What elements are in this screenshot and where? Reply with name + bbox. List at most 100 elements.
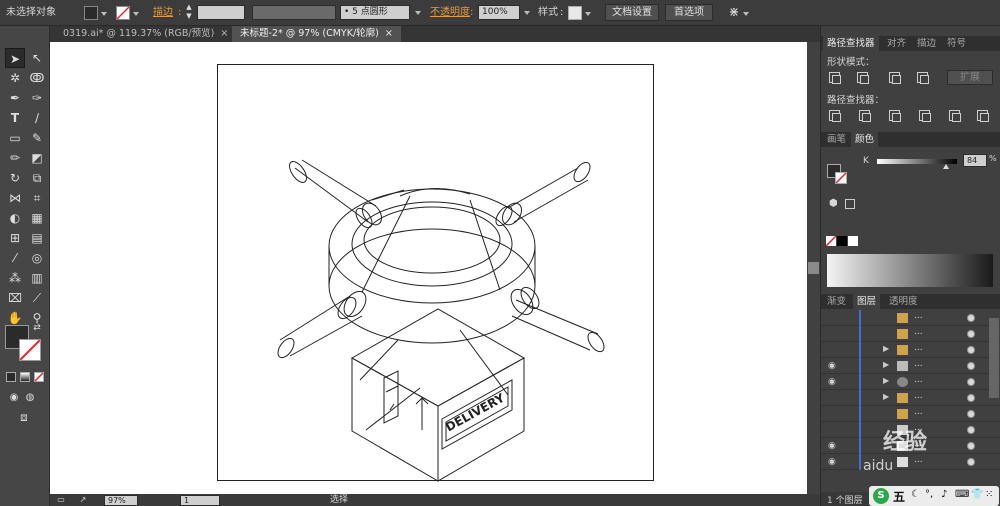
layer-color-bar bbox=[859, 406, 861, 422]
eye-icon[interactable]: ◉ bbox=[828, 441, 836, 451]
expand-button[interactable]: 扩展 bbox=[947, 70, 993, 85]
expand-arrow-icon[interactable]: ▶ bbox=[883, 344, 889, 353]
layer-row[interactable]: ▶... bbox=[821, 342, 1000, 358]
watermark-sub: aidu bbox=[863, 458, 894, 474]
layer-thumbnail bbox=[897, 409, 908, 419]
layer-thumbnail bbox=[897, 361, 908, 371]
target-icon[interactable] bbox=[967, 330, 975, 338]
layer-row[interactable]: ◉ ▶... bbox=[821, 358, 1000, 374]
target-icon[interactable] bbox=[967, 426, 975, 434]
skin-icon[interactable]: 👕 bbox=[971, 489, 983, 500]
layer-thumbnail bbox=[897, 377, 908, 387]
layer-name: ... bbox=[914, 359, 923, 369]
color-spectrum[interactable] bbox=[827, 254, 993, 287]
ime-toolbar: S 五 ☾ °, ♪ ⌨ 👕 ⁙ bbox=[869, 486, 999, 506]
artboard-icon[interactable]: ▭ bbox=[56, 494, 66, 506]
layer-thumbnail bbox=[897, 345, 908, 355]
tab-gradient[interactable]: 渐变 bbox=[823, 294, 850, 309]
minus-back-icon[interactable] bbox=[977, 110, 989, 122]
layer-color-bar bbox=[859, 310, 861, 326]
tab-color[interactable]: 颜色 bbox=[851, 132, 879, 147]
layer-thumbnail bbox=[897, 393, 908, 403]
layer-name: ... bbox=[914, 375, 923, 385]
ime-logo-icon[interactable]: S bbox=[873, 488, 889, 504]
layers-scrollbar[interactable] bbox=[989, 318, 999, 398]
intersect-icon[interactable] bbox=[889, 72, 901, 84]
tab-align[interactable]: 对齐 bbox=[883, 36, 910, 51]
cube-icon[interactable]: ⬢ bbox=[829, 198, 838, 209]
crop-icon[interactable] bbox=[919, 110, 931, 122]
none-swatch[interactable] bbox=[826, 236, 836, 246]
layer-row[interactable]: ... bbox=[821, 406, 1000, 422]
layer-name: ... bbox=[914, 327, 923, 337]
moon-icon[interactable]: ☾ bbox=[911, 489, 920, 500]
layer-name: ... bbox=[914, 455, 923, 465]
channel-label: K bbox=[863, 156, 869, 166]
target-icon[interactable] bbox=[967, 346, 975, 354]
layer-name: ... bbox=[914, 343, 923, 353]
layer-row[interactable]: ◉ ▶... bbox=[821, 374, 1000, 390]
target-icon[interactable] bbox=[967, 378, 975, 386]
layer-row[interactable]: ... bbox=[821, 326, 1000, 342]
web-safe-icon[interactable] bbox=[845, 199, 855, 209]
expand-arrow-icon[interactable]: ▶ bbox=[883, 360, 889, 369]
layer-name: ... bbox=[914, 311, 923, 321]
eye-icon[interactable]: ◉ bbox=[828, 377, 836, 387]
export-icon[interactable]: ↗ bbox=[78, 494, 88, 506]
outline-icon[interactable] bbox=[949, 110, 961, 122]
target-icon[interactable] bbox=[967, 442, 975, 450]
unite-icon[interactable] bbox=[829, 72, 841, 84]
layer-row[interactable]: ... bbox=[821, 310, 1000, 326]
box-left bbox=[351, 357, 439, 482]
none-icon bbox=[826, 236, 836, 246]
layer-color-bar bbox=[859, 358, 861, 374]
exclude-icon[interactable] bbox=[917, 72, 929, 84]
layer-color-bar bbox=[859, 438, 861, 454]
tab-pathfinder[interactable]: 路径查找器 bbox=[823, 36, 879, 51]
grid-icon[interactable]: ⁙ bbox=[985, 489, 993, 500]
tab-symbols[interactable]: 符号 bbox=[943, 36, 970, 51]
page-field[interactable]: 1 bbox=[180, 495, 220, 506]
scrollbar-thumb[interactable] bbox=[808, 262, 819, 274]
tab-layers[interactable]: 图层 bbox=[853, 294, 881, 309]
expand-arrow-icon[interactable]: ▶ bbox=[883, 376, 889, 385]
layer-count: 1 个图层 bbox=[827, 496, 863, 506]
target-icon[interactable] bbox=[967, 394, 975, 402]
layer-row[interactable]: ◉... bbox=[821, 454, 1000, 470]
k-value-field[interactable]: 84 bbox=[963, 154, 987, 167]
minus-front-icon[interactable] bbox=[857, 72, 869, 84]
merge-icon[interactable] bbox=[889, 110, 901, 122]
layer-name: ... bbox=[914, 391, 923, 401]
layer-row[interactable]: ▶... bbox=[821, 390, 1000, 406]
target-icon[interactable] bbox=[967, 362, 975, 370]
tab-transparency[interactable]: 透明度 bbox=[885, 294, 922, 309]
expand-arrow-icon[interactable]: ▶ bbox=[883, 392, 889, 401]
target-icon[interactable] bbox=[967, 410, 975, 418]
none-icon bbox=[836, 173, 846, 183]
layer-color-bar bbox=[859, 454, 861, 470]
zoom-field[interactable]: 97% bbox=[104, 495, 138, 506]
layer-name: ... bbox=[914, 407, 923, 417]
hub-inner-top bbox=[363, 206, 501, 274]
ime-mode[interactable]: 五 bbox=[893, 488, 905, 505]
right-panels: 路径查找器 对齐 描边 符号 形状模式： 扩展 路径查找器： 画笔 颜色 K 8… bbox=[820, 26, 1000, 506]
target-icon[interactable] bbox=[967, 314, 975, 322]
punctuation-icon[interactable]: °, bbox=[925, 489, 933, 500]
mic-icon[interactable]: ♪ bbox=[941, 489, 947, 500]
black-swatch[interactable] bbox=[837, 236, 847, 246]
divide-icon[interactable] bbox=[829, 110, 841, 122]
tab-stroke[interactable]: 描边 bbox=[913, 36, 940, 51]
trim-icon[interactable] bbox=[859, 110, 871, 122]
pathfinders-label: 路径查找器： bbox=[827, 95, 885, 106]
eye-icon[interactable]: ◉ bbox=[828, 457, 836, 467]
keyboard-icon[interactable]: ⌨ bbox=[955, 489, 969, 500]
layer-color-bar bbox=[859, 326, 861, 342]
white-swatch[interactable] bbox=[848, 236, 858, 246]
color-stroke-swatch[interactable] bbox=[835, 172, 847, 184]
eye-icon[interactable]: ◉ bbox=[828, 361, 836, 371]
layer-color-bar bbox=[859, 422, 861, 438]
target-icon[interactable] bbox=[967, 458, 975, 466]
slider-handle[interactable] bbox=[943, 164, 949, 169]
status-mode-text: 选择 bbox=[330, 495, 349, 505]
tab-brushes[interactable]: 画笔 bbox=[823, 132, 850, 147]
